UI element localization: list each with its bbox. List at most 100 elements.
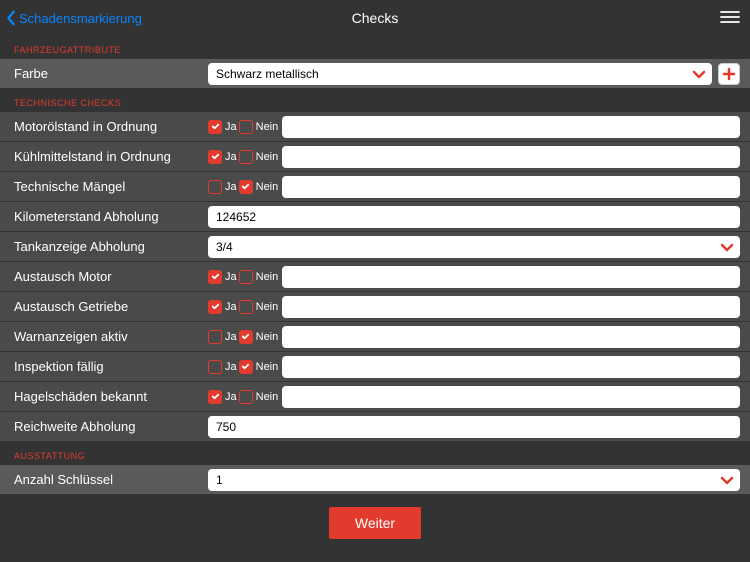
label-gearbox: Austausch Getriebe xyxy=(0,299,208,314)
app-header: Schadensmarkierung Checks xyxy=(0,0,750,36)
inspection-checks: Ja Nein xyxy=(208,360,276,374)
menu-button[interactable] xyxy=(720,10,740,27)
back-label: Schadensmarkierung xyxy=(19,11,142,26)
no-label: Nein xyxy=(256,361,279,373)
defects-yes-checkbox[interactable] xyxy=(208,180,222,194)
no-label: Nein xyxy=(256,301,279,313)
warning-checks: Ja Nein xyxy=(208,330,276,344)
chevron-left-icon xyxy=(6,10,17,26)
check-icon xyxy=(211,302,220,311)
no-label: Nein xyxy=(256,121,279,133)
hail-checks: Ja Nein xyxy=(208,390,276,404)
gearbox-yes-checkbox[interactable] xyxy=(208,300,222,314)
yes-label: Ja xyxy=(225,151,237,163)
chevron-down-icon xyxy=(692,69,706,79)
no-label: Nein xyxy=(256,181,279,193)
label-engine: Austausch Motor xyxy=(0,269,208,284)
gearbox-no-checkbox[interactable] xyxy=(239,300,253,314)
defects-note-input[interactable] xyxy=(282,176,740,198)
no-label: Nein xyxy=(256,391,279,403)
label-fuel: Tankanzeige Abholung xyxy=(0,239,208,254)
row-odo: Kilometerstand Abholung xyxy=(0,202,750,232)
row-engine: Austausch Motor Ja Nein xyxy=(0,262,750,292)
chevron-down-icon xyxy=(720,475,734,485)
add-color-button[interactable] xyxy=(718,63,740,85)
oil-note-input[interactable] xyxy=(282,116,740,138)
check-icon xyxy=(241,332,250,341)
oil-yes-checkbox[interactable] xyxy=(208,120,222,134)
no-label: Nein xyxy=(256,331,279,343)
check-icon xyxy=(211,392,220,401)
coolant-note-input[interactable] xyxy=(282,146,740,168)
row-gearbox: Austausch Getriebe Ja Nein xyxy=(0,292,750,322)
coolant-checks: Ja Nein xyxy=(208,150,276,164)
warning-no-checkbox[interactable] xyxy=(239,330,253,344)
oil-no-checkbox[interactable] xyxy=(239,120,253,134)
engine-yes-checkbox[interactable] xyxy=(208,270,222,284)
coolant-no-checkbox[interactable] xyxy=(239,150,253,164)
section-header-equip: AUSSTATTUNG xyxy=(0,442,750,465)
row-warning: Warnanzeigen aktiv Ja Nein xyxy=(0,322,750,352)
warning-yes-checkbox[interactable] xyxy=(208,330,222,344)
coolant-yes-checkbox[interactable] xyxy=(208,150,222,164)
defects-no-checkbox[interactable] xyxy=(239,180,253,194)
section-header-attrs: FAHRZEUGATTRIBUTE xyxy=(0,36,750,59)
yes-label: Ja xyxy=(225,301,237,313)
yes-label: Ja xyxy=(225,271,237,283)
label-keys: Anzahl Schlüssel xyxy=(0,472,208,487)
row-coolant: Kühlmittelstand in Ordnung Ja Nein xyxy=(0,142,750,172)
no-label: Nein xyxy=(256,271,279,283)
label-hail: Hagelschäden bekannt xyxy=(0,389,208,404)
row-color: Farbe Schwarz metallisch xyxy=(0,59,750,89)
select-fuel-value: 3/4 xyxy=(216,240,732,254)
row-defects: Technische Mängel Ja Nein xyxy=(0,172,750,202)
inspection-yes-checkbox[interactable] xyxy=(208,360,222,374)
defects-checks: Ja Nein xyxy=(208,180,276,194)
odo-input[interactable] xyxy=(208,206,740,228)
row-fuel: Tankanzeige Abholung 3/4 xyxy=(0,232,750,262)
label-color: Farbe xyxy=(0,66,208,81)
range-input[interactable] xyxy=(208,416,740,438)
label-coolant: Kühlmittelstand in Ordnung xyxy=(0,149,208,164)
row-oil: Motorölstand in Ordnung Ja Nein xyxy=(0,112,750,142)
row-hail: Hagelschäden bekannt Ja Nein xyxy=(0,382,750,412)
check-icon xyxy=(241,182,250,191)
page-title: Checks xyxy=(352,10,399,26)
back-button[interactable]: Schadensmarkierung xyxy=(6,10,142,26)
check-icon xyxy=(241,362,250,371)
label-oil: Motorölstand in Ordnung xyxy=(0,119,208,134)
select-color-value: Schwarz metallisch xyxy=(216,67,704,81)
plus-icon xyxy=(722,67,736,81)
inspection-note-input[interactable] xyxy=(282,356,740,378)
row-range: Reichweite Abholung xyxy=(0,412,750,442)
select-keys-value: 1 xyxy=(216,473,732,487)
hail-yes-checkbox[interactable] xyxy=(208,390,222,404)
select-color[interactable]: Schwarz metallisch xyxy=(208,63,712,85)
hail-note-input[interactable] xyxy=(282,386,740,408)
label-warning: Warnanzeigen aktiv xyxy=(0,329,208,344)
warning-note-input[interactable] xyxy=(282,326,740,348)
engine-no-checkbox[interactable] xyxy=(239,270,253,284)
section-header-tech: TECHNISCHE CHECKS xyxy=(0,89,750,112)
select-fuel[interactable]: 3/4 xyxy=(208,236,740,258)
chevron-down-icon xyxy=(720,242,734,252)
engine-checks: Ja Nein xyxy=(208,270,276,284)
gearbox-note-input[interactable] xyxy=(282,296,740,318)
footer: Weiter xyxy=(0,495,750,551)
label-range: Reichweite Abholung xyxy=(0,419,208,434)
yes-label: Ja xyxy=(225,181,237,193)
continue-button[interactable]: Weiter xyxy=(329,507,421,539)
label-defects: Technische Mängel xyxy=(0,179,208,194)
engine-note-input[interactable] xyxy=(282,266,740,288)
check-icon xyxy=(211,152,220,161)
no-label: Nein xyxy=(256,151,279,163)
yes-label: Ja xyxy=(225,121,237,133)
yes-label: Ja xyxy=(225,331,237,343)
inspection-no-checkbox[interactable] xyxy=(239,360,253,374)
select-keys[interactable]: 1 xyxy=(208,469,740,491)
hail-no-checkbox[interactable] xyxy=(239,390,253,404)
label-inspection: Inspektion fällig xyxy=(0,359,208,374)
label-odo: Kilometerstand Abholung xyxy=(0,209,208,224)
oil-checks: Ja Nein xyxy=(208,120,276,134)
hamburger-icon xyxy=(720,10,740,24)
